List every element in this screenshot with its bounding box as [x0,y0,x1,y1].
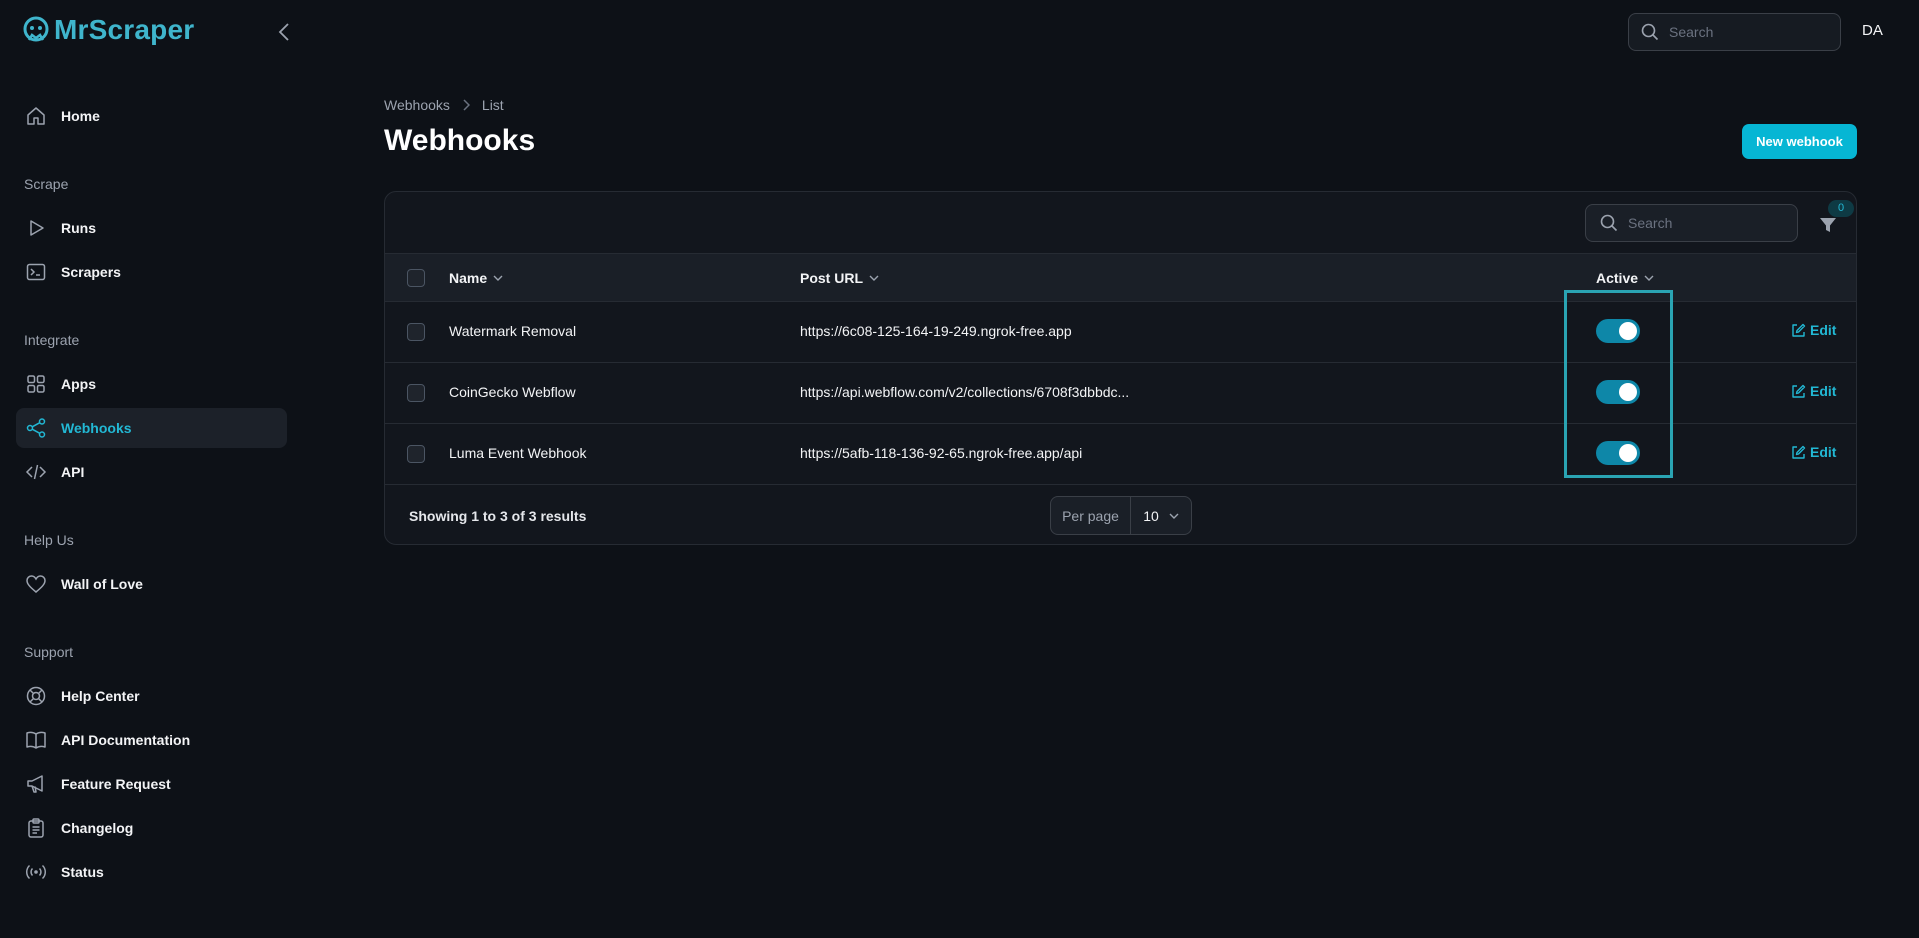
sidebar: Home Scrape Runs Scrapers Integrate Apps… [0,0,300,938]
heart-icon [26,575,46,593]
sidebar-item-api-documentation[interactable]: API Documentation [16,720,287,760]
clipboard-icon [28,818,44,838]
sidebar-item-scrapers[interactable]: Scrapers [16,252,287,292]
column-header-active[interactable]: Active [1596,270,1654,286]
sidebar-item-apps[interactable]: Apps [16,364,287,404]
results-summary: Showing 1 to 3 of 3 results [409,508,587,524]
chevron-down-icon [869,275,879,281]
book-icon [26,731,46,749]
sidebar-item-label: Webhooks [61,420,132,436]
sidebar-item-label: Help Center [61,688,140,704]
row-checkbox[interactable] [407,323,425,341]
group-label-integrate: Integrate [24,332,80,348]
column-header-post-url[interactable]: Post URL [800,270,879,286]
sidebar-item-home[interactable]: Home [16,96,287,136]
row-checkbox[interactable] [407,384,425,402]
edit-button[interactable]: Edit [1791,444,1836,460]
sidebar-item-help-center[interactable]: Help Center [16,676,287,716]
code-icon [25,464,47,480]
play-icon [30,220,44,236]
table-row: Watermark Removal https://6c08-125-164-1… [385,302,1856,363]
sidebar-item-label: API Documentation [61,732,191,748]
group-label-help-us: Help Us [24,532,74,548]
active-toggle[interactable] [1596,319,1640,343]
megaphone-icon [27,775,43,793]
broadcast-icon [25,864,47,880]
column-header-name[interactable]: Name [449,270,503,286]
new-webhook-button[interactable]: New webhook [1742,124,1857,159]
terminal-icon [26,263,46,281]
edit-button[interactable]: Edit [1791,383,1836,399]
per-page-label: Per page [1051,497,1131,534]
active-toggle[interactable] [1596,380,1640,404]
edit-icon [1792,323,1806,337]
webhook-post-url: https://6c08-125-164-19-249.ngrok-free.a… [800,323,1072,339]
chevron-right-icon [463,99,470,111]
sidebar-item-status[interactable]: Status [16,852,287,892]
sidebar-item-webhooks[interactable]: Webhooks [16,408,287,448]
table-search-input[interactable] [1628,215,1778,231]
per-page-value: 10 [1143,507,1159,524]
sidebar-item-label: API [61,464,85,480]
home-icon [27,107,45,125]
sidebar-item-label: Wall of Love [61,576,143,592]
edit-button[interactable]: Edit [1791,322,1836,338]
webhook-name: CoinGecko Webflow [449,384,576,400]
chevron-down-icon [1644,275,1654,281]
webhook-name: Watermark Removal [449,323,577,339]
grid-icon [27,375,45,393]
table-header: Name Post URL Active [385,253,1856,302]
sidebar-item-label: Scrapers [61,264,121,280]
group-label-scrape: Scrape [24,176,69,192]
share-icon [26,418,46,438]
sidebar-item-label: Changelog [61,820,134,836]
breadcrumb-webhooks[interactable]: Webhooks [384,97,450,113]
webhooks-table-card: 0 Name Post URL Active Watermark Removal… [384,191,1857,545]
sidebar-item-label: Home [61,108,100,124]
edit-label: Edit [1810,444,1837,460]
page-title: Webhooks [384,124,536,157]
webhook-post-url: https://5afb-118-136-92-65.ngrok-free.ap… [800,445,1083,461]
active-toggle[interactable] [1596,441,1640,465]
column-header-label: Active [1596,270,1639,286]
breadcrumb-list: List [481,97,504,113]
chevron-down-icon [493,275,503,281]
sidebar-item-feature-request[interactable]: Feature Request [16,764,287,804]
sidebar-item-label: Status [61,864,104,880]
filter-count-badge: 0 [1828,200,1854,217]
table-row: CoinGecko Webflow https://api.webflow.co… [385,363,1856,424]
lifebuoy-icon [26,686,46,706]
per-page-control: Per page 10 [1050,496,1192,535]
table-row: Luma Event Webhook https://5afb-118-136-… [385,424,1856,485]
select-all-checkbox[interactable] [407,269,425,287]
sidebar-item-label: Apps [61,376,96,392]
sidebar-item-runs[interactable]: Runs [16,208,287,248]
chevron-down-icon [1169,513,1179,519]
sidebar-item-label: Runs [61,220,96,236]
edit-label: Edit [1810,322,1837,338]
edit-icon [1792,384,1806,398]
global-search-input[interactable] [1669,24,1819,40]
edit-icon [1792,445,1806,459]
webhook-post-url: https://api.webflow.com/v2/collections/6… [800,384,1130,400]
table-search[interactable] [1585,204,1798,242]
sidebar-item-label: Feature Request [61,776,171,792]
sidebar-item-changelog[interactable]: Changelog [16,808,287,848]
search-icon [1600,214,1618,232]
per-page-select[interactable]: 10 [1131,508,1191,524]
breadcrumb: Webhooks List [384,97,504,113]
edit-label: Edit [1810,383,1837,399]
group-label-support: Support [24,644,74,660]
global-search[interactable] [1628,13,1841,51]
column-header-label: Name [449,270,488,286]
webhook-name: Luma Event Webhook [449,445,587,461]
search-icon [1641,23,1659,41]
sidebar-item-api[interactable]: API [16,452,287,492]
user-avatar[interactable]: DA [1862,22,1883,39]
sidebar-item-wall-of-love[interactable]: Wall of Love [16,564,287,604]
row-checkbox[interactable] [407,445,425,463]
column-header-label: Post URL [800,270,863,286]
